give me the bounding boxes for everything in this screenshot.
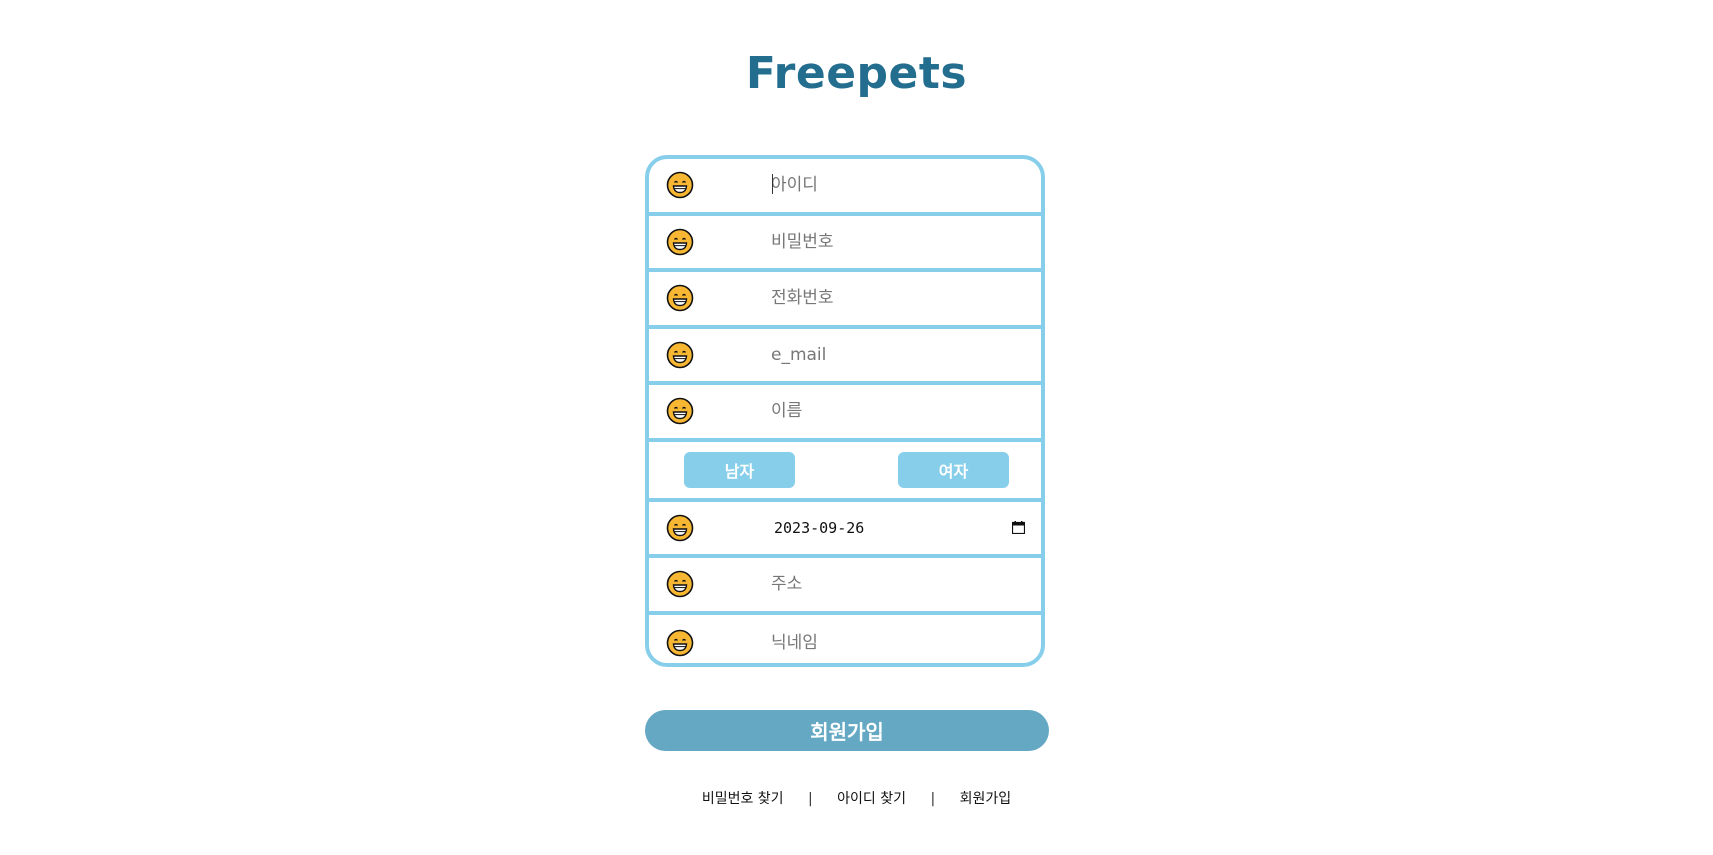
name-row [649, 385, 1041, 442]
nickname-input[interactable] [771, 629, 1031, 656]
signup-form: 남자 여자 2023-09-26 [645, 155, 1045, 667]
signup-page: Freepets 아이디 전화번호 e_mail 이름 남자 여자 2023-0… [0, 0, 1713, 855]
footer-links: 비밀번호 찾기 | 아이디 찾기 | 회원가입 [0, 788, 1713, 808]
phone-row [649, 272, 1041, 329]
grinning-face-icon [666, 570, 694, 598]
signup-button[interactable]: 회원가입 [645, 710, 1049, 751]
address-row [649, 558, 1041, 615]
grinning-face-icon [666, 284, 694, 312]
grinning-face-icon [666, 397, 694, 425]
email-row [649, 329, 1041, 385]
find-password-link[interactable]: 비밀번호 찾기 [702, 791, 784, 807]
grinning-face-icon [666, 171, 694, 199]
birthdate-input[interactable]: 2023-09-26 [774, 519, 864, 537]
password-row [649, 216, 1041, 272]
nickname-row [649, 615, 1041, 664]
find-id-link[interactable]: 아이디 찾기 [837, 791, 906, 807]
name-input[interactable] [771, 398, 1031, 425]
email-input[interactable] [771, 341, 1031, 368]
id-row [649, 159, 1041, 216]
footer-separator: | [808, 791, 813, 807]
text-cursor [772, 174, 773, 195]
grinning-face-icon [666, 629, 694, 657]
grinning-face-icon [666, 514, 694, 542]
password-input[interactable] [771, 228, 1031, 255]
footer-separator: | [930, 791, 936, 807]
calendar-icon[interactable] [1012, 520, 1025, 534]
page-title: Freepets [745, 48, 968, 99]
birthdate-row: 2023-09-26 [649, 502, 1041, 558]
grinning-face-icon [666, 341, 694, 369]
address-input[interactable] [771, 571, 1031, 598]
id-input[interactable] [771, 172, 1031, 199]
gender-row: 남자 여자 [649, 442, 1041, 502]
signup-link[interactable]: 회원가입 [960, 791, 1012, 807]
female-button[interactable]: 여자 [898, 451, 1009, 488]
male-button[interactable]: 남자 [684, 451, 795, 488]
phone-input[interactable] [771, 285, 1031, 312]
grinning-face-icon [666, 228, 694, 256]
